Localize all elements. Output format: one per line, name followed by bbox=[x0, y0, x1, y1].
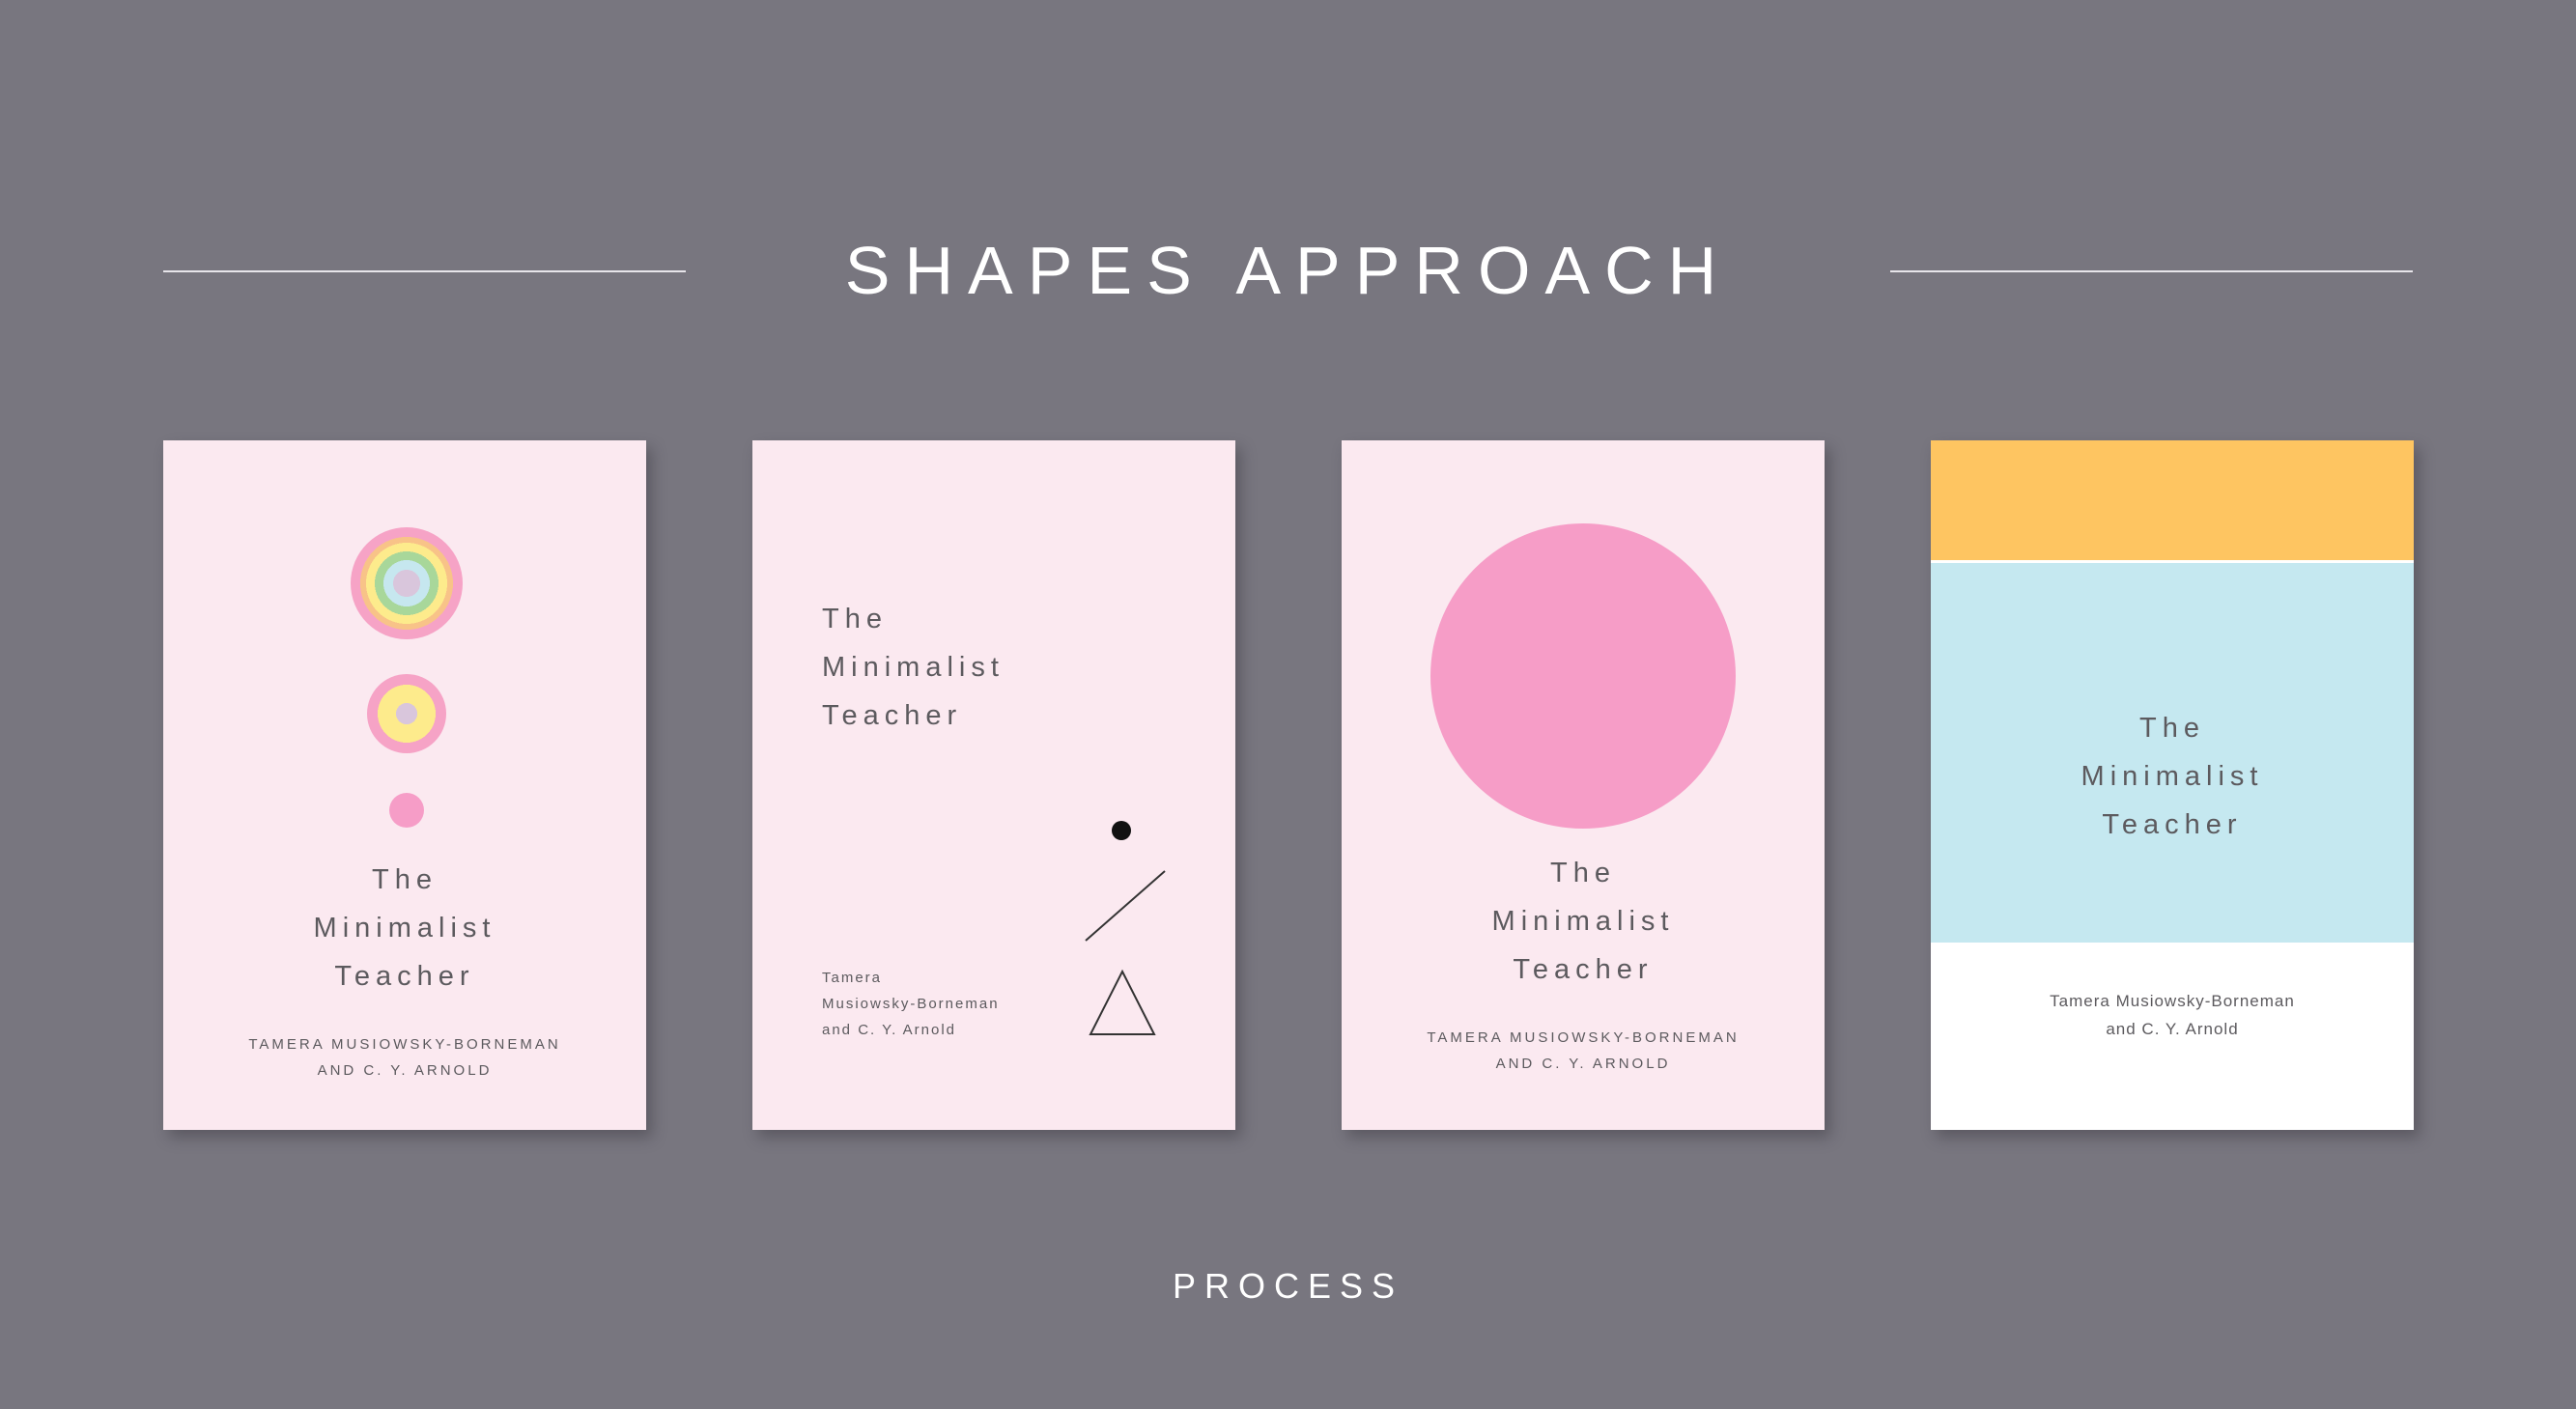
book-cover-concentric-circles: The Minimalist Teacher TAMERA MUSIOWSKY-… bbox=[163, 440, 646, 1130]
cover-authors: TAMERA MUSIOWSKY-BORNEMAN AND C. Y. ARNO… bbox=[163, 1031, 646, 1084]
book-cover-pink-circle: The Minimalist Teacher TAMERA MUSIOWSKY-… bbox=[1342, 440, 1825, 1130]
book-cover-line-shapes: The Minimalist Teacher Tamera Musiowsky-… bbox=[752, 440, 1235, 1130]
author-line: Musiowsky-Borneman bbox=[822, 996, 1000, 1012]
cover-title: The Minimalist Teacher bbox=[163, 856, 646, 1000]
author-line: Tamera bbox=[822, 970, 883, 986]
small-pink-dot-icon bbox=[389, 793, 424, 828]
black-dot-icon bbox=[1112, 821, 1131, 840]
title-line: The bbox=[1550, 858, 1616, 888]
yellow-ring-circle-icon bbox=[367, 674, 446, 753]
author-line: TAMERA MUSIOWSKY-BORNEMAN bbox=[1427, 1029, 1740, 1046]
triangle-outline-icon bbox=[1089, 969, 1156, 1035]
title-line: Teacher bbox=[1513, 954, 1654, 985]
title-line: Minimalist bbox=[313, 913, 496, 944]
author-line: AND C. Y. ARNOLD bbox=[1495, 1056, 1671, 1072]
title-line: Teacher bbox=[2102, 809, 2243, 840]
title-line: Minimalist bbox=[2081, 761, 2264, 792]
cover-authors: Tamera Musiowsky-Borneman and C. Y. Arno… bbox=[822, 965, 1000, 1043]
author-line: and C. Y. Arnold bbox=[822, 1022, 957, 1038]
author-line: Tamera Musiowsky-Borneman bbox=[2050, 992, 2295, 1010]
heading-rule-right bbox=[1890, 270, 2413, 272]
author-line: AND C. Y. ARNOLD bbox=[317, 1062, 493, 1079]
orange-band bbox=[1931, 440, 2414, 560]
title-line: Minimalist bbox=[1491, 906, 1675, 937]
title-line: The bbox=[2139, 713, 2205, 744]
large-pink-circle-icon bbox=[1430, 523, 1736, 829]
author-line: and C. Y. Arnold bbox=[2106, 1020, 2239, 1038]
author-line: TAMERA MUSIOWSKY-BORNEMAN bbox=[248, 1036, 561, 1053]
footer-label: PROCESS bbox=[1172, 1266, 1404, 1306]
title-line: Teacher bbox=[334, 961, 475, 992]
diagonal-line-icon bbox=[1085, 870, 1166, 942]
cover-authors: TAMERA MUSIOWSKY-BORNEMAN AND C. Y. ARNO… bbox=[1342, 1025, 1825, 1077]
title-line: The bbox=[372, 864, 438, 895]
cover-title: The Minimalist Teacher bbox=[1342, 849, 1825, 994]
cover-authors: Tamera Musiowsky-Borneman and C. Y. Arno… bbox=[1931, 987, 2414, 1043]
rainbow-circle-icon bbox=[351, 527, 463, 639]
book-cover-color-bands: The Minimalist Teacher Tamera Musiowsky-… bbox=[1931, 440, 2414, 1130]
cover-title: The Minimalist Teacher bbox=[1931, 704, 2414, 849]
